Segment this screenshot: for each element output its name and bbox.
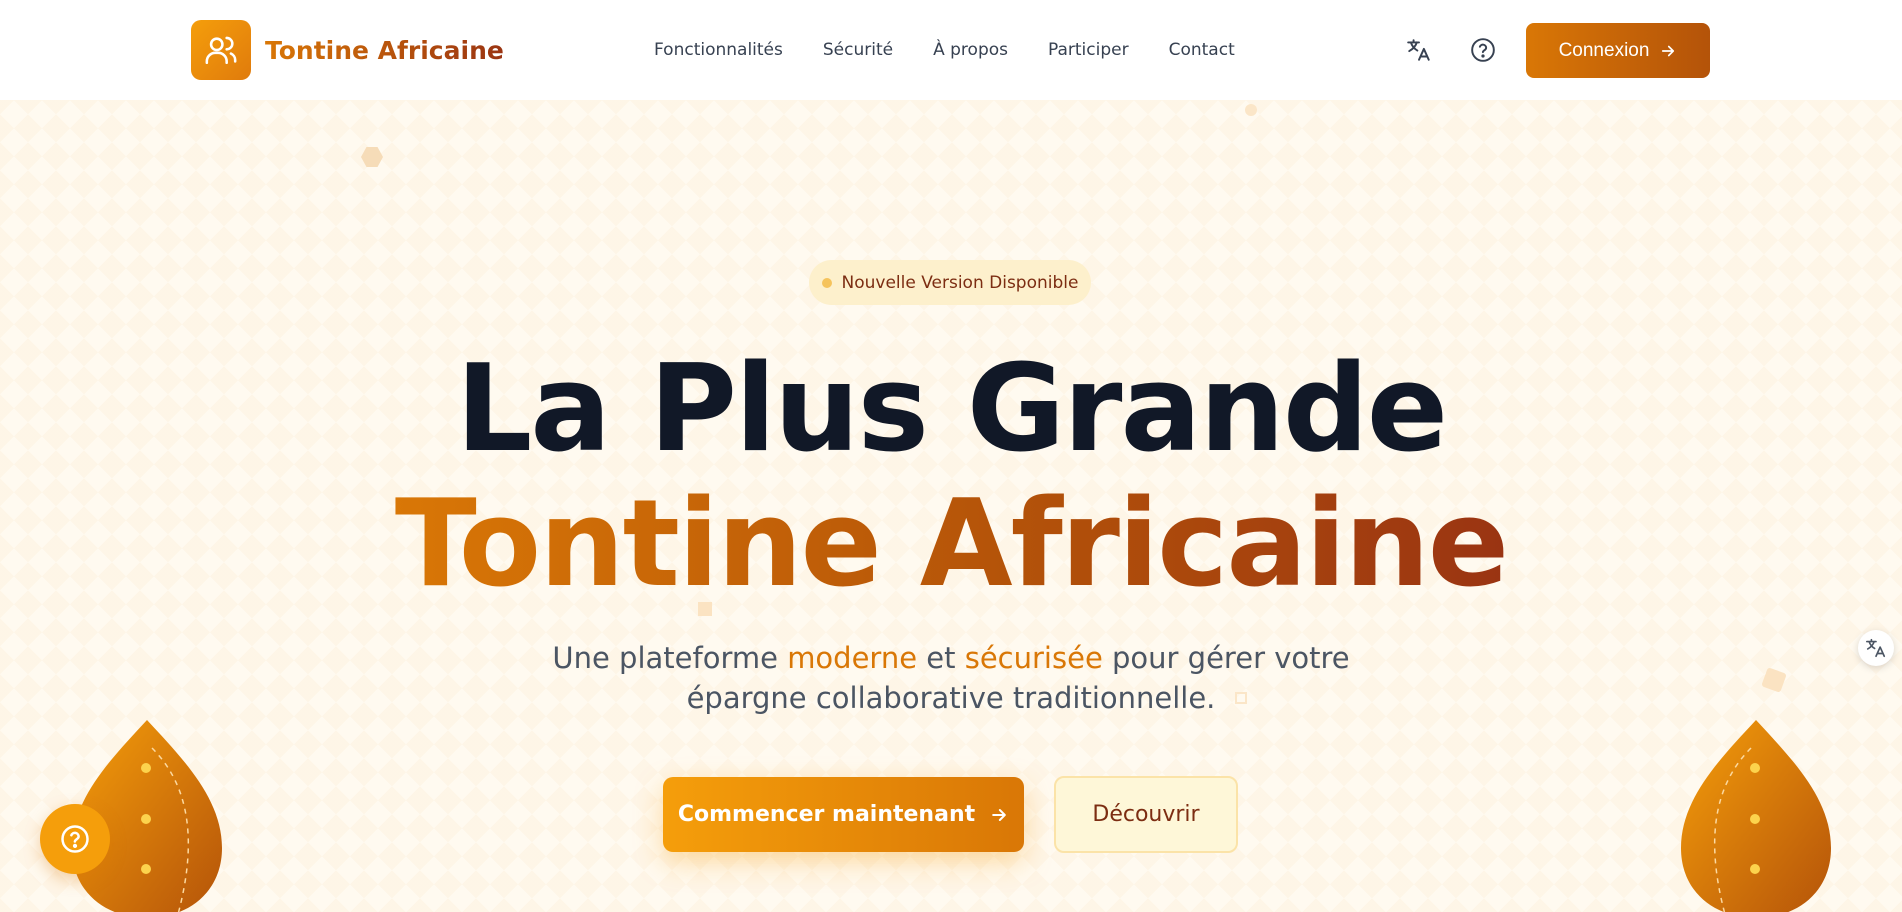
arrow-right-icon bbox=[992, 808, 1006, 821]
subtitle-text: Une plateforme bbox=[552, 641, 788, 675]
right-leaf-decoration bbox=[1681, 720, 1831, 912]
nav-link-contact[interactable]: Contact bbox=[1169, 40, 1235, 60]
subtitle-highlight-securisee: sécurisée bbox=[964, 641, 1103, 675]
help-fab-button[interactable] bbox=[40, 804, 110, 874]
discover-button[interactable]: Découvrir bbox=[1054, 776, 1238, 853]
brand-name: Tontine Africaine bbox=[265, 35, 504, 65]
discover-label: Découvrir bbox=[1092, 802, 1200, 827]
hexagon-decoration bbox=[361, 147, 383, 167]
subtitle-text: pour gérer votre bbox=[1102, 641, 1350, 675]
nav-link-securite[interactable]: Sécurité bbox=[823, 40, 893, 60]
help-circle-icon bbox=[61, 825, 89, 853]
hero-section: Nouvelle Version Disponible La Plus Gran… bbox=[0, 100, 1902, 912]
start-now-button[interactable]: Commencer maintenant bbox=[663, 777, 1024, 852]
help-circle-icon[interactable] bbox=[1469, 36, 1497, 64]
top-navbar: Tontine Africaine Fonctionnalités Sécuri… bbox=[0, 0, 1902, 100]
new-version-badge: Nouvelle Version Disponible bbox=[809, 260, 1091, 305]
users-icon bbox=[191, 20, 251, 80]
hero-headline-line1: La Plus Grande bbox=[455, 340, 1448, 479]
nav-link-fonctionnalites[interactable]: Fonctionnalités bbox=[654, 40, 783, 60]
hero-headline-gradient-text: Tontine Africaine bbox=[394, 475, 1509, 614]
hero-subtitle: Une plateforme moderne et sécurisée pour… bbox=[0, 638, 1902, 718]
brand-logo-link[interactable]: Tontine Africaine bbox=[191, 20, 504, 80]
arrow-right-icon bbox=[1662, 45, 1675, 56]
floating-translate-button[interactable] bbox=[1858, 630, 1894, 666]
nav-link-participer[interactable]: Participer bbox=[1048, 40, 1129, 60]
login-button[interactable]: Connexion bbox=[1526, 23, 1710, 78]
nav-link-a-propos[interactable]: À propos bbox=[933, 40, 1008, 60]
dot-decoration bbox=[1245, 104, 1257, 116]
translate-icon[interactable] bbox=[1405, 36, 1433, 64]
hero-headline-line2: Tontine Africaine bbox=[0, 485, 1902, 605]
login-button-label: Connexion bbox=[1558, 39, 1650, 61]
start-now-label: Commencer maintenant bbox=[677, 802, 976, 827]
badge-label: Nouvelle Version Disponible bbox=[841, 272, 1079, 293]
subtitle-highlight-moderne: moderne bbox=[787, 641, 918, 675]
badge-dot bbox=[821, 277, 832, 288]
translate-icon bbox=[1866, 638, 1886, 658]
subtitle-line2: épargne collaborative traditionnelle. bbox=[686, 681, 1216, 715]
main-nav: Fonctionnalités Sécurité À propos Partic… bbox=[654, 0, 1235, 100]
subtitle-text: et bbox=[917, 641, 965, 675]
